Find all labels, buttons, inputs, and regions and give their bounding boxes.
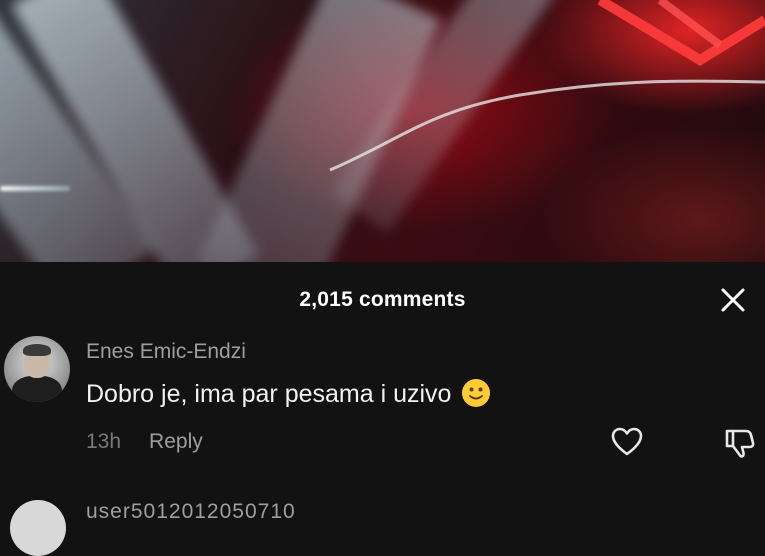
comment-item: user5012012050710 <box>0 498 765 556</box>
reply-button[interactable]: Reply <box>149 430 203 453</box>
thumbs-down-icon[interactable] <box>722 426 756 460</box>
comment-timestamp: 13h <box>86 430 122 453</box>
comment-text-row: Dobro je, ima par pesama i uzivo <box>86 378 491 409</box>
close-icon[interactable] <box>719 286 747 314</box>
comments-sheet: 2,015 comments Enes Emic-Endzi Dobro je,… <box>0 262 765 556</box>
comments-count-title: 2,015 comments <box>299 288 466 311</box>
comment-meta: 13h Reply <box>86 430 203 454</box>
comment-item: Enes Emic-Endzi Dobro je, ima par pesama… <box>0 334 765 464</box>
heart-icon[interactable] <box>610 426 644 458</box>
smiley-emoji-icon <box>462 379 491 407</box>
comment-username[interactable]: user5012012050710 <box>86 500 296 524</box>
comment-text: Dobro je, ima par pesama i uzivo <box>86 380 452 408</box>
avatar[interactable] <box>4 336 70 402</box>
comment-username[interactable]: Enes Emic-Endzi <box>86 340 246 364</box>
avatar[interactable] <box>10 500 66 556</box>
video-player[interactable] <box>0 0 765 262</box>
stage-wire <box>329 0 765 172</box>
